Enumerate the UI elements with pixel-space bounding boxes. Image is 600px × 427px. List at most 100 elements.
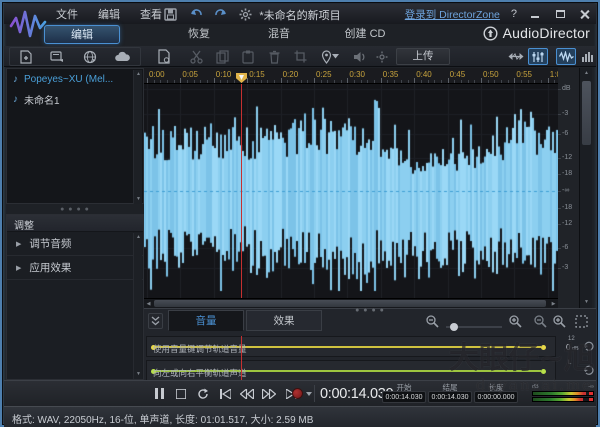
scroll-down-arrow-icon[interactable]: ▼ [582, 298, 591, 307]
scrollbar-thumb[interactable] [582, 81, 591, 145]
trim-button[interactable] [290, 48, 310, 65]
scroll-up-arrow-icon[interactable]: ▲ [134, 70, 143, 79]
scroll-left-arrow-icon[interactable]: ◀ [144, 300, 153, 308]
directorzone-download-button[interactable] [83, 50, 97, 64]
zoom-slider-handle[interactable] [450, 323, 458, 331]
spectral-view-toggle[interactable] [578, 48, 598, 65]
effects-settings-button[interactable] [372, 48, 392, 65]
help-button[interactable]: ? [511, 8, 517, 20]
library-item[interactable]: ♪未命名1 [7, 89, 143, 109]
paste-button[interactable] [238, 48, 258, 65]
mode-tab[interactable]: 创建 CD [322, 25, 408, 44]
time-field-value[interactable]: 0:00:14.030 [428, 391, 472, 403]
media-library-list: ♪Popeyes~XU (Mel...♪未命名1 ▲ ▼ [6, 68, 144, 204]
close-button[interactable] [578, 8, 592, 20]
playhead-line [241, 84, 242, 298]
ruler-tick [247, 78, 248, 83]
keyframe-track[interactable]: 向左或向右平衡轨道声道 [146, 360, 556, 381]
scroll-down-arrow-icon[interactable]: ▼ [134, 370, 143, 379]
library-item-label: 未命名1 [24, 92, 60, 107]
zoom-out-button[interactable] [425, 314, 440, 328]
normalize-button[interactable] [350, 48, 370, 65]
import-video-button[interactable] [50, 50, 65, 63]
record-dropdown-icon[interactable] [306, 392, 312, 396]
zoom-in-button[interactable] [508, 314, 523, 328]
waveform-view-toggle[interactable] [556, 48, 576, 65]
scrollbar-thumb[interactable] [154, 300, 546, 307]
maximize-icon [556, 10, 565, 18]
fit-view-button[interactable] [575, 315, 588, 328]
scroll-up-arrow-icon[interactable]: ▲ [582, 69, 591, 78]
adjust-item[interactable]: ▶应用效果 [7, 256, 143, 280]
ruler-tick [548, 78, 549, 83]
cut-button[interactable] [186, 48, 206, 65]
properties-button[interactable] [154, 48, 174, 65]
copy-button[interactable] [212, 48, 232, 65]
keyframe-point[interactable] [541, 369, 546, 374]
import-audio-button[interactable] [19, 50, 33, 64]
brand: AudioDirector [483, 25, 590, 41]
scroll-right-arrow-icon[interactable]: ▶ [549, 300, 558, 308]
settings-button[interactable] [237, 6, 254, 22]
loop-button[interactable] [194, 386, 212, 401]
vertical-scrollbar[interactable]: ▲ ▼ [579, 68, 592, 308]
scroll-up-arrow-icon[interactable]: ▲ [134, 233, 143, 242]
undo-button[interactable] [187, 6, 204, 22]
ruler-tick [394, 80, 395, 83]
db-scale-tick [558, 268, 561, 269]
globe-icon [83, 50, 97, 64]
go-to-start-button[interactable] [216, 386, 234, 401]
redo-button[interactable] [212, 6, 229, 22]
ruler-tick-label: 0:30 [349, 70, 365, 79]
menu-item[interactable]: 文件 [56, 6, 78, 22]
menu-item[interactable]: 编辑 [98, 6, 120, 22]
rewind-button[interactable] [238, 386, 256, 401]
delete-button[interactable] [264, 48, 284, 65]
mode-tab[interactable]: 编辑 [44, 25, 120, 44]
library-scrollbar[interactable]: ▲ ▼ [133, 70, 142, 204]
vertical-zoom-in-button[interactable] [552, 314, 567, 328]
scroll-down-arrow-icon[interactable]: ▼ [134, 195, 143, 204]
mode-tab[interactable]: 混音 [244, 25, 314, 44]
save-button[interactable] [162, 6, 179, 22]
record-button[interactable] [292, 388, 303, 399]
ruler-tick [160, 80, 161, 83]
track-value[interactable]: 0 dB [566, 343, 579, 352]
panel-splitter[interactable]: ● ● ● ● [6, 206, 144, 214]
waveform-display[interactable] [144, 84, 558, 298]
pause-button[interactable] [150, 386, 168, 401]
keyframe-tab[interactable]: 音量 [168, 310, 244, 331]
stop-button[interactable] [172, 386, 190, 401]
time-field-value[interactable]: 0:00:14.030 [382, 391, 426, 403]
fast-forward-button[interactable] [260, 386, 278, 401]
reset-button[interactable] [583, 364, 594, 375]
adjust-scrollbar[interactable]: ▲ ▼ [133, 233, 142, 379]
cloud-button[interactable] [114, 51, 131, 63]
keyframe-track[interactable]: 使用音量键调节轨道音量 [146, 336, 556, 357]
expand-arrow-icon: ▶ [16, 240, 21, 248]
upload-button[interactable]: 上传 [396, 48, 450, 65]
maximize-button[interactable] [553, 8, 567, 20]
zoom-slider[interactable] [446, 326, 502, 328]
reset-button[interactable] [583, 340, 594, 351]
menu-item[interactable]: 查看 [140, 6, 162, 22]
waveform-canvas[interactable] [144, 84, 558, 298]
keyframe-tab[interactable]: 效果 [246, 310, 322, 331]
minimize-button[interactable] [528, 8, 542, 20]
signin-link[interactable]: 登录到 DirectorZone [405, 7, 500, 22]
vertical-zoom-out-button[interactable] [533, 314, 548, 328]
mode-tab[interactable]: 恢复 [164, 25, 234, 44]
horizontal-scrollbar[interactable]: ◀ ▶ [144, 298, 558, 308]
mixer-panel-toggle[interactable] [528, 48, 548, 65]
library-item[interactable]: ♪Popeyes~XU (Mel... [7, 69, 143, 89]
trash-icon [269, 50, 280, 64]
time-stretch-button[interactable] [506, 48, 526, 65]
timeline-ruler[interactable]: 0:000:050:100:150:200:250:300:350:400:45… [144, 68, 558, 84]
collapse-panel-button[interactable] [148, 313, 163, 329]
adjust-item[interactable]: ▶调节音频 [7, 232, 143, 256]
ruler-tick [341, 80, 342, 83]
db-scale-tick [558, 89, 561, 90]
marker-dropdown[interactable] [330, 48, 340, 65]
time-field-value[interactable]: 0:00:00.000 [474, 391, 518, 403]
keyframe-point[interactable] [541, 345, 546, 350]
